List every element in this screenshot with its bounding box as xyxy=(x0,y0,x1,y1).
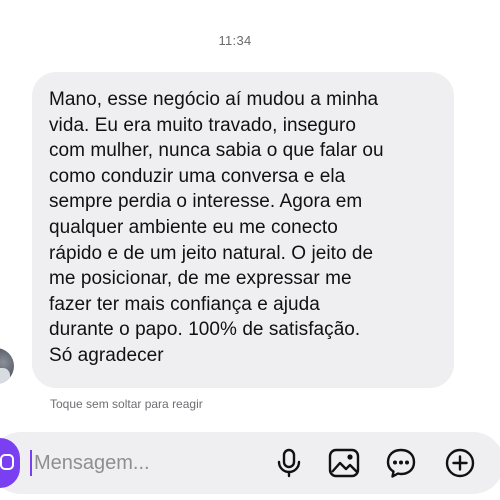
sender-avatar[interactable] xyxy=(0,348,14,384)
microphone-icon xyxy=(277,448,301,478)
reaction-hint: Toque sem soltar para reagir xyxy=(50,397,203,411)
message-bubble[interactable]: Mano, esse negócio aí mudou a minha vida… xyxy=(32,72,454,388)
sticker-button[interactable] xyxy=(384,446,418,480)
message-input[interactable] xyxy=(34,447,254,479)
gallery-icon xyxy=(328,448,360,478)
plus-icon xyxy=(445,448,475,478)
chat-screen: 11:34 Mano, esse negócio aí mudou a minh… xyxy=(0,0,500,500)
microphone-button[interactable] xyxy=(272,446,306,480)
message-timestamp: 11:34 xyxy=(218,33,252,48)
plus-button[interactable] xyxy=(443,446,477,480)
sticker-icon xyxy=(386,448,416,478)
message-text: Mano, esse negócio aí mudou a minha vida… xyxy=(49,89,384,366)
gallery-button[interactable] xyxy=(327,446,361,480)
avatar-figure xyxy=(0,368,10,384)
camera-icon xyxy=(0,454,14,470)
text-cursor xyxy=(30,450,32,476)
